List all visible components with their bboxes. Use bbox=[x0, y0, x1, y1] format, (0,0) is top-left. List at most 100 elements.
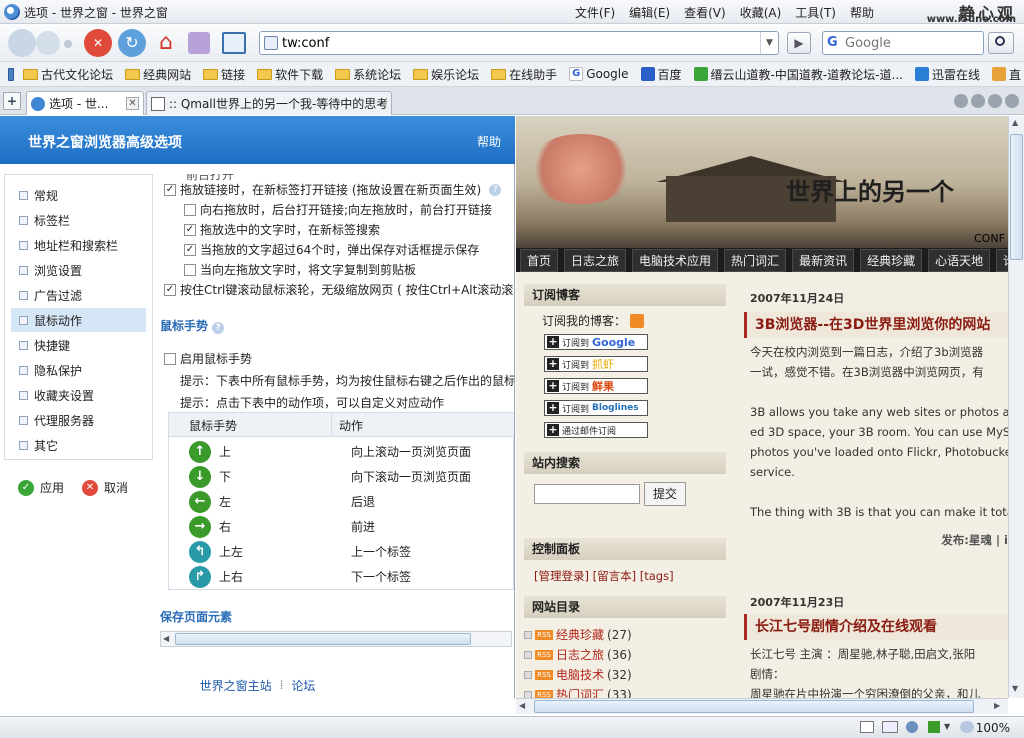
gesture-action[interactable]: 向上滚动一页浏览页面 bbox=[351, 443, 471, 460]
scroll-left-icon[interactable]: ◀ bbox=[519, 701, 525, 710]
sidebar-item-adblock[interactable]: 广告过滤 bbox=[11, 283, 146, 307]
bookmark-item[interactable]: 娱乐论坛 bbox=[410, 66, 482, 83]
blog-nav-forum[interactable]: 论 bbox=[996, 248, 1008, 272]
tab-list-icon[interactable] bbox=[954, 94, 968, 108]
tab-close-all-icon[interactable] bbox=[1005, 94, 1019, 108]
menu-file[interactable]: 文件(F) bbox=[575, 4, 615, 21]
checkbox[interactable] bbox=[184, 263, 196, 276]
directory-item[interactable]: RSS 热门词汇 (33) bbox=[524, 686, 632, 698]
address-bar[interactable]: ▼ bbox=[259, 31, 779, 55]
gesture-action[interactable]: 下一个标签 bbox=[351, 568, 411, 585]
bookmark-item[interactable]: 古代文化论坛 bbox=[20, 66, 116, 83]
blog-nav-news[interactable]: 最新资讯 bbox=[792, 248, 855, 272]
security-icon[interactable] bbox=[906, 721, 918, 733]
scrollbar-thumb[interactable] bbox=[1010, 134, 1023, 260]
bookmark-item[interactable]: 迅雷在线 bbox=[912, 66, 983, 83]
menu-view[interactable]: 查看(V) bbox=[684, 4, 726, 21]
rss-feed-icon[interactable] bbox=[630, 313, 645, 328]
gesture-row[interactable]: → 右 前进 bbox=[169, 514, 514, 539]
blog-nav-classics[interactable]: 经典珍藏 bbox=[860, 248, 923, 272]
options-horizontal-scrollbar[interactable]: ◀ bbox=[160, 631, 512, 647]
favorites-book-icon[interactable] bbox=[222, 32, 246, 54]
sidebar-item-tabbar[interactable]: 标签栏 bbox=[11, 208, 146, 232]
go-button[interactable]: ▶ bbox=[787, 32, 811, 54]
menu-help[interactable]: 帮助 bbox=[850, 4, 874, 21]
bookmark-item[interactable]: 链接 bbox=[200, 66, 248, 83]
post-title[interactable]: 3B浏览器--在3D世界里浏览你的网站 bbox=[744, 312, 1008, 338]
option-drag-save[interactable]: ✓ 当拖放的文字超过64个时，弹出保存对话框提示保存 bbox=[184, 241, 479, 258]
checkbox[interactable] bbox=[164, 352, 176, 365]
scrollbar-thumb[interactable] bbox=[534, 700, 974, 713]
subscribe-zhuaxia-button[interactable]: + 订阅到 抓虾 bbox=[544, 356, 648, 372]
tab-blog[interactable]: :: Qmall世界上的另一个我-等待中的思考 bbox=[146, 91, 392, 115]
blog-nav-heart[interactable]: 心语天地 bbox=[928, 248, 991, 272]
forward-icon[interactable] bbox=[36, 31, 60, 55]
adblock-icon[interactable] bbox=[928, 721, 940, 733]
bookmark-item[interactable]: 系统论坛 bbox=[332, 66, 404, 83]
site-search-submit-button[interactable]: 提交 bbox=[644, 482, 686, 506]
checkbox[interactable]: ✓ bbox=[164, 283, 176, 296]
address-input[interactable] bbox=[282, 34, 752, 52]
web-page-horizontal-scrollbar[interactable]: ◀ ▶ bbox=[516, 698, 1008, 714]
search-box[interactable]: G bbox=[822, 31, 984, 55]
scroll-up-icon[interactable]: ▲ bbox=[1012, 118, 1018, 127]
menu-edit[interactable]: 编辑(E) bbox=[629, 4, 670, 21]
blog-nav-tech[interactable]: 电脑技术应用 bbox=[632, 248, 719, 272]
checkbox[interactable]: ✓ bbox=[164, 183, 176, 196]
window-icon[interactable] bbox=[860, 721, 874, 733]
new-tab-button[interactable]: + bbox=[3, 92, 21, 110]
zoom-icon[interactable] bbox=[960, 721, 974, 733]
option-drag-new-tab[interactable]: ✓ 拖放链接时，在新标签打开链接 (拖放设置在新页面生效)? bbox=[164, 181, 502, 198]
sidebar-item-general[interactable]: 常规 bbox=[11, 183, 146, 207]
gesture-row[interactable]: ↱ 上右 下一个标签 bbox=[169, 564, 514, 589]
scroll-right-icon[interactable]: ▶ bbox=[994, 701, 1000, 710]
web-page-vertical-scrollbar[interactable]: ▲ ▼ bbox=[1008, 116, 1024, 698]
refresh-icon[interactable]: ↻ bbox=[118, 29, 146, 57]
sidebar-item-other[interactable]: 其它 bbox=[11, 433, 146, 457]
checkbox[interactable]: ✓ bbox=[184, 223, 196, 236]
gesture-row[interactable]: ↑ 上 向上滚动一页浏览页面 bbox=[169, 439, 514, 464]
gesture-action[interactable]: 上一个标签 bbox=[351, 543, 411, 560]
tab-options[interactable]: 选项 - 世... ✕ bbox=[26, 91, 144, 115]
checkbox[interactable] bbox=[184, 203, 196, 216]
cancel-button[interactable]: ✕ 取消 bbox=[82, 479, 128, 496]
directory-item[interactable]: RSS 日志之旅 (36) bbox=[524, 646, 632, 663]
subscribe-email-button[interactable]: + 通过邮件订阅 bbox=[544, 422, 648, 438]
gesture-row[interactable]: ↓ 下 向下滚动一页浏览页面 bbox=[169, 464, 514, 489]
search-button[interactable] bbox=[988, 32, 1014, 54]
scroll-left-icon[interactable]: ◀ bbox=[163, 634, 169, 643]
tab-scroll-right-icon[interactable] bbox=[988, 94, 1002, 108]
search-input[interactable] bbox=[845, 35, 980, 51]
bookmark-item[interactable]: 软件下载 bbox=[254, 66, 326, 83]
checkbox[interactable]: ✓ bbox=[184, 243, 196, 256]
blog-nav-hotwords[interactable]: 热门词汇 bbox=[724, 248, 787, 272]
option-drag-copy[interactable]: 当向左拖放文字时，将文字复制到剪贴板 bbox=[184, 261, 416, 278]
footer-link-home[interactable]: 世界之窗主站 bbox=[200, 677, 272, 694]
site-search-input[interactable] bbox=[534, 484, 640, 504]
download-icon[interactable] bbox=[882, 721, 898, 733]
control-panel-links[interactable]: [管理登录] [留言本] [tags] bbox=[534, 568, 674, 584]
subscribe-bloglines-button[interactable]: + 订阅到 Bloglines bbox=[544, 400, 648, 416]
sidebar-item-address-search[interactable]: 地址栏和搜索栏 bbox=[11, 233, 146, 257]
bookmark-item[interactable]: 缙云山道教-中国道教-道教论坛-道... bbox=[691, 66, 906, 83]
zoom-level[interactable]: 100% bbox=[976, 721, 1010, 735]
option-drag-search[interactable]: ✓ 拖放选中的文字时，在新标签搜索 bbox=[184, 221, 380, 238]
sidebar-item-shortcuts[interactable]: 快捷键 bbox=[11, 333, 146, 357]
address-dropdown-icon[interactable]: ▼ bbox=[760, 32, 778, 54]
bookmark-item[interactable]: 在线助手 bbox=[488, 66, 560, 83]
close-icon[interactable]: ✕ bbox=[126, 97, 139, 110]
menu-favorites[interactable]: 收藏(A) bbox=[740, 4, 782, 21]
option-drag-direction[interactable]: 向右拖放时，后台打开链接;向左拖放时，前台打开链接 bbox=[184, 201, 492, 218]
sidebar-item-browsing[interactable]: 浏览设置 bbox=[11, 258, 146, 282]
scrollbar-thumb[interactable] bbox=[175, 633, 471, 645]
history-dropdown-icon[interactable] bbox=[64, 40, 72, 48]
gesture-action[interactable]: 前进 bbox=[351, 518, 375, 535]
home-icon[interactable]: ⌂ bbox=[152, 30, 180, 56]
stop-icon[interactable]: ✕ bbox=[84, 29, 112, 57]
sidebar-item-favorites[interactable]: 收藏夹设置 bbox=[11, 383, 146, 407]
subscribe-google-button[interactable]: + 订阅到 Google bbox=[544, 334, 648, 350]
google-search-engine-icon[interactable]: G bbox=[827, 35, 838, 50]
footer-link-forum[interactable]: 论坛 bbox=[291, 677, 315, 694]
blog-nav-home[interactable]: 首页 bbox=[520, 248, 559, 272]
gesture-action[interactable]: 向下滚动一页浏览页面 bbox=[351, 468, 471, 485]
